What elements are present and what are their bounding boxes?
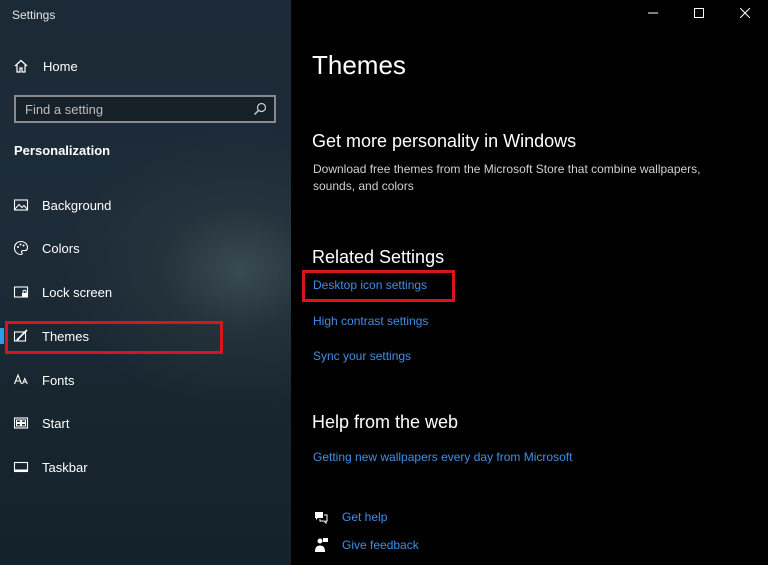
help-web-heading: Help from the web [312,412,459,432]
get-help-link[interactable]: Get help [313,509,387,525]
personality-description: Download free themes from the Microsoft … [313,162,701,193]
sidebar: Settings Home Personalization Background… [0,0,291,565]
app-title: Settings [12,8,56,22]
start-icon [13,415,29,431]
sidebar-item-themes[interactable]: Themes [0,319,291,353]
high-contrast-settings-link[interactable]: High contrast settings [313,314,428,328]
search-input[interactable] [25,101,252,117]
picture-icon [13,197,29,213]
personality-heading: Get more personality in Windows [312,131,577,151]
sidebar-item-label: Themes [42,328,89,344]
section-title: Personalization [14,143,111,158]
fonts-icon [13,372,29,388]
give-feedback-label: Give feedback [342,538,419,552]
themes-brush-icon [13,328,29,344]
sidebar-item-fonts[interactable]: Fonts [0,363,291,397]
main-content: Themes Get more personality in Windows D… [291,0,768,565]
close-icon [739,5,751,23]
wallpapers-link[interactable]: Getting new wallpapers every day from Mi… [313,450,572,464]
minimize-icon [648,5,658,23]
maximize-button[interactable] [676,0,722,28]
sidebar-item-label: Background [42,197,112,213]
minimize-button[interactable] [630,0,676,28]
page-title: Themes [312,50,406,80]
sidebar-item-taskbar[interactable]: Taskbar [0,450,291,484]
desktop-icon-settings-link[interactable]: Desktop icon settings [313,278,427,292]
sidebar-item-colors[interactable]: Colors [0,231,291,265]
search-box[interactable] [14,95,276,123]
sidebar-item-label: Taskbar [42,459,88,475]
feedback-person-icon [313,537,329,553]
give-feedback-link[interactable]: Give feedback [313,537,419,553]
sidebar-item-start[interactable]: Start [0,406,291,440]
home-label: Home [43,58,78,74]
related-settings-heading: Related Settings [312,247,445,267]
home-nav-item[interactable]: Home [13,56,78,76]
close-button[interactable] [722,0,768,28]
sidebar-item-label: Lock screen [42,284,113,300]
maximize-icon [694,5,704,23]
taskbar-icon [13,459,29,475]
search-icon[interactable] [252,101,268,117]
lock-screen-icon [13,284,29,300]
sidebar-item-label: Colors [42,240,80,256]
sidebar-item-background[interactable]: Background [0,188,291,222]
window-controls [630,0,768,28]
sidebar-item-label: Fonts [42,372,75,388]
home-icon [13,58,29,74]
sidebar-item-label: Start [42,415,70,431]
sidebar-item-lock-screen[interactable]: Lock screen [0,275,291,309]
palette-icon [13,240,29,256]
get-help-label: Get help [342,510,388,524]
sync-settings-link[interactable]: Sync your settings [313,349,411,363]
chat-help-icon [313,509,329,525]
